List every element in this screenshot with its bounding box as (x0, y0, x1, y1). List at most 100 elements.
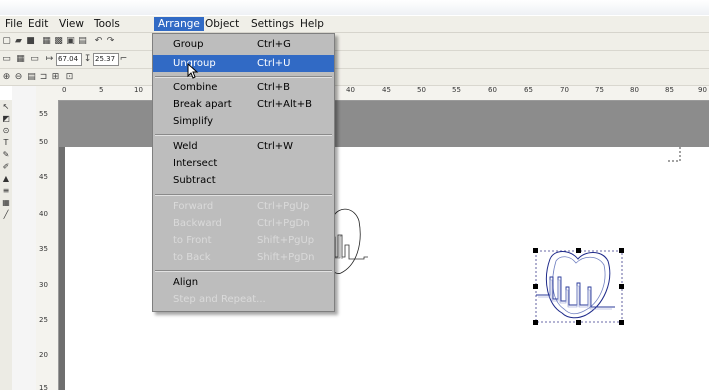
menu-item-align[interactable]: Align (153, 274, 334, 291)
open-folder-icon[interactable]: ▰ (13, 36, 24, 47)
ruler-tick: 45 (39, 173, 48, 181)
menu-item-backward: Backward Ctrl+PgDn (153, 215, 334, 232)
mouse-cursor-icon (187, 63, 199, 79)
application-window: File Edit View Tools Arrange Object Sett… (0, 0, 709, 390)
menu-item-shortcut: Ctrl+U (257, 58, 291, 69)
standard-toolbar: ▢ ▰ ■ ▦ ▩ ▣ ▤ ↶ ↷ (0, 33, 709, 51)
menu-item-shortcut: Ctrl+B (257, 82, 291, 93)
menu-view[interactable]: View (55, 17, 88, 31)
page-edge (59, 147, 65, 390)
ruler-tick: 80 (630, 86, 639, 94)
node-tool-icon[interactable]: ◩ (1, 114, 11, 124)
menu-item-intersect[interactable]: Intersect (153, 155, 334, 172)
clipboard-icon[interactable]: ▤ (77, 36, 88, 47)
menu-item-forward: Forward Ctrl+PgUp (153, 198, 334, 215)
undo-icon[interactable]: ↶ (93, 36, 104, 47)
zoom-tool-icon[interactable]: ⊙ (1, 126, 11, 136)
ruler-tick: 65 (524, 86, 533, 94)
ruler-tick: 60 (488, 86, 497, 94)
zoom-width-icon[interactable]: ⊐ (38, 72, 49, 83)
ruler-tick: 30 (39, 281, 48, 289)
menu-object[interactable]: Object (201, 17, 243, 31)
grid-icon[interactable]: ▦ (15, 54, 26, 65)
menu-file[interactable]: File (1, 17, 27, 31)
menu-separator (155, 194, 332, 196)
ruler-tick: 50 (39, 138, 48, 146)
table-tool-icon[interactable]: ▦ (1, 198, 11, 208)
menu-separator (155, 270, 332, 272)
ruler-tick: 35 (39, 245, 48, 253)
menu-item-label: Step and Repeat... (173, 294, 266, 305)
y-position-field[interactable]: 25.37 (93, 53, 119, 66)
menu-tools[interactable]: Tools (90, 17, 124, 31)
ruler-tick: 55 (452, 86, 461, 94)
align-grid-icon[interactable]: ▭ (1, 54, 12, 65)
menu-item-to-front: to Front Shift+PgUp (153, 232, 334, 249)
lock-ratio-icon[interactable]: ⌐ (118, 54, 129, 65)
redo-icon[interactable]: ↷ (105, 36, 116, 47)
menu-item-shortcut: Ctrl+G (257, 39, 291, 50)
height-icon: ↧ (83, 54, 92, 64)
paste-icon[interactable]: ▣ (65, 36, 76, 47)
menu-item-group[interactable]: Group Ctrl+G (153, 36, 334, 53)
arrange-dropdown-menu: Group Ctrl+G Ungroup Ctrl+U Combine Ctrl… (152, 33, 335, 312)
snap-icon[interactable]: ▭ (29, 54, 40, 65)
menu-item-shortcut: Ctrl+Alt+B (257, 99, 312, 110)
ruler-tick: 55 (39, 110, 48, 118)
menu-item-subtract[interactable]: Subtract (153, 172, 334, 189)
pointer-tool-icon[interactable]: ↖ (1, 102, 11, 112)
menu-item-shortcut: Ctrl+PgUp (257, 201, 310, 212)
menu-item-label: to Front (173, 235, 212, 246)
ruler-tick: 40 (39, 210, 48, 218)
menu-arrange[interactable]: Arrange (154, 17, 204, 31)
ruler-corner (36, 86, 59, 101)
menu-item-label: Simplify (173, 116, 214, 127)
menu-item-label: Combine (173, 82, 218, 93)
x-position-field[interactable]: 67.04 (56, 53, 82, 66)
menu-item-label: Backward (173, 218, 222, 229)
zoom-fit-icon[interactable]: ⊞ (50, 72, 61, 83)
brush-tool-icon[interactable]: ✐ (1, 162, 11, 172)
layers-tool-icon[interactable]: ≡ (1, 186, 11, 196)
menu-item-break-apart[interactable]: Break apart Ctrl+Alt+B (153, 96, 334, 113)
zoom-in-icon[interactable]: ⊕ (1, 72, 12, 83)
menu-item-weld[interactable]: Weld Ctrl+W (153, 138, 334, 155)
menu-help[interactable]: Help (296, 17, 328, 31)
fill-tool-icon[interactable]: ▲ (1, 174, 11, 184)
zoom-page-icon[interactable]: ▤ (26, 72, 37, 83)
ruler-tick: 50 (417, 86, 426, 94)
property-toolbar: ▭ ▦ ▭ ↦ 67.04 ↧ 25.37 ⌐ (0, 51, 709, 69)
window-top-strip (0, 0, 709, 15)
ruler-tick: 10 (134, 86, 143, 94)
menu-item-label: Weld (173, 141, 198, 152)
menu-item-ungroup[interactable]: Ungroup Ctrl+U (153, 55, 334, 72)
save-icon[interactable]: ■ (25, 36, 36, 47)
cut-icon[interactable]: ▦ (41, 36, 52, 47)
ruler-tick: 90 (698, 86, 707, 94)
ruler-tick: 25 (39, 316, 48, 324)
ruler-tick: 70 (560, 86, 569, 94)
zoom-out-icon[interactable]: ⊖ (13, 72, 24, 83)
knife-tool-icon[interactable]: ╱ (1, 210, 11, 220)
menu-item-simplify[interactable]: Simplify (153, 113, 334, 130)
menu-item-combine[interactable]: Combine Ctrl+B (153, 79, 334, 96)
tooth-logo-shape[interactable] (329, 207, 389, 279)
copy-icon[interactable]: ▩ (53, 36, 64, 47)
menu-settings[interactable]: Settings (247, 17, 298, 31)
pen-tool-icon[interactable]: ✎ (1, 150, 11, 160)
vertical-ruler: 55 50 45 40 35 30 25 20 15 (36, 100, 59, 390)
menu-item-step-and-repeat: Step and Repeat... (153, 291, 334, 308)
selected-tooth-logo[interactable] (528, 247, 628, 329)
new-file-icon[interactable]: ▢ (1, 36, 12, 47)
menu-item-label: to Back (173, 252, 211, 263)
menu-item-label: Align (173, 277, 199, 288)
menu-separator (155, 134, 332, 136)
ruler-tick: 0 (62, 86, 67, 94)
menu-item-label: Group (173, 39, 204, 50)
menu-item-shortcut: Shift+PgUp (257, 235, 315, 246)
menu-separator (155, 76, 332, 78)
menu-edit[interactable]: Edit (24, 17, 52, 31)
zoom-selection-icon[interactable]: ⊡ (64, 72, 75, 83)
text-tool-icon[interactable]: T (1, 138, 11, 148)
menu-bar: File Edit View Tools Arrange Object Sett… (0, 16, 709, 33)
